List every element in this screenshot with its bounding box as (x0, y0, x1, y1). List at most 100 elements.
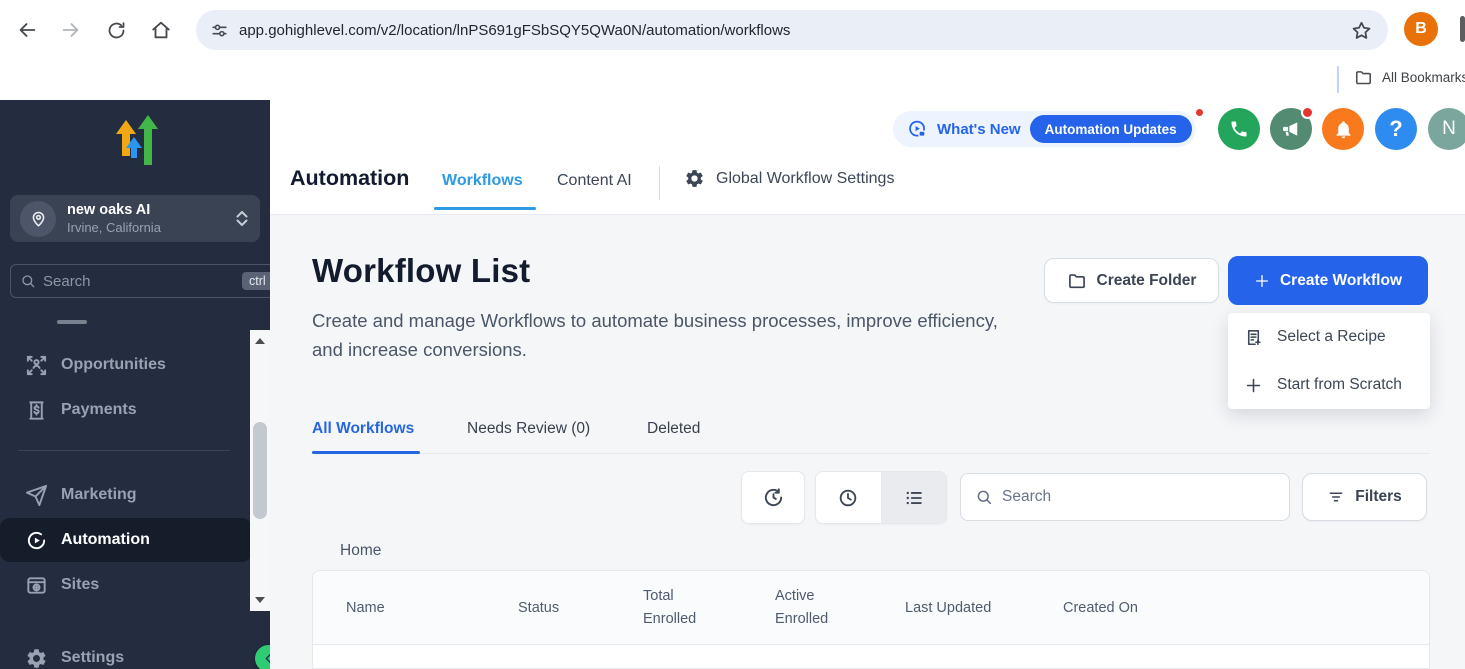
automation-updates-badge[interactable]: Automation Updates (1030, 115, 1192, 143)
browser-reload-icon[interactable] (103, 17, 129, 43)
address-bar[interactable]: app.gohighlevel.com/v2/location/lnPS691g… (196, 10, 1388, 50)
browser-back-icon[interactable] (14, 17, 40, 43)
menu-item-label: Select a Recipe (1277, 328, 1386, 346)
bookmarks-divider (1337, 66, 1339, 93)
sidebar-item-label: Payments (61, 401, 137, 419)
browser-forward-icon[interactable] (58, 17, 84, 43)
sidebar-collapse-button[interactable] (255, 645, 270, 669)
create-workflow-button[interactable]: Create Workflow (1228, 256, 1428, 305)
location-pin-icon (20, 201, 56, 237)
browser-profile-avatar[interactable]: B (1404, 12, 1438, 46)
gohighlevel-logo-icon (104, 113, 162, 177)
all-bookmarks-label: All Bookmarks (1382, 70, 1465, 85)
column-header-last-updated[interactable]: Last Updated (905, 597, 991, 620)
sidebar-item-label: Automation (61, 531, 150, 549)
account-name: new oaks AI (67, 201, 236, 219)
search-icon (975, 488, 993, 506)
column-header-total-enrolled[interactable]: Total Enrolled (643, 585, 717, 631)
sidebar-item-automation[interactable]: Automation (0, 518, 252, 562)
workflow-search-input[interactable] (1002, 488, 1277, 506)
help-button[interactable]: ? (1375, 108, 1417, 150)
execution-logs-button[interactable] (741, 471, 805, 524)
menu-item-select-a-recipe[interactable]: Select a Recipe (1228, 313, 1430, 361)
create-folder-button[interactable]: Create Folder (1044, 258, 1219, 303)
clock-icon (837, 487, 859, 509)
marketing-send-icon (25, 484, 48, 507)
main-content: Workflow List Create and manage Workflow… (270, 215, 1465, 669)
scrollbar-down-arrow[interactable] (255, 597, 265, 603)
sidebar-search-field[interactable]: ctrl K (10, 264, 270, 298)
filter-lines-icon (1327, 488, 1345, 506)
column-header-active-enrolled[interactable]: Active Enrolled (775, 585, 849, 631)
browser-home-icon[interactable] (148, 17, 174, 43)
workflow-list-tabs: All Workflows Needs Review (0) Deleted (312, 415, 1430, 454)
sidebar-item-label: Sites (61, 576, 99, 594)
sidebar-item-marketing[interactable]: Marketing (0, 474, 252, 516)
scrollbar-thumb[interactable] (253, 422, 267, 519)
notification-dot (1301, 106, 1314, 119)
sidebar-scrollbar[interactable] (250, 330, 270, 611)
bell-icon (1333, 119, 1354, 140)
browser-toolbar: app.gohighlevel.com/v2/location/lnPS691g… (0, 0, 1465, 60)
avatar-initial: N (1442, 118, 1456, 140)
folder-icon (1067, 271, 1087, 291)
plus-icon (1254, 273, 1270, 289)
notification-dot (1194, 107, 1205, 118)
sidebar-item-opportunities[interactable]: Opportunities (0, 344, 252, 386)
sidebar-search-input[interactable] (43, 273, 242, 290)
search-icon (20, 273, 36, 289)
view-toggle (815, 471, 947, 524)
workflow-list-title: Workflow List (312, 252, 530, 290)
notifications-button[interactable] (1322, 108, 1364, 150)
column-header-created-on[interactable]: Created On (1063, 597, 1138, 620)
chevron-left-icon (261, 651, 270, 666)
tab-deleted[interactable]: Deleted (647, 420, 700, 438)
column-header-name[interactable]: Name (346, 597, 385, 620)
sidebar-search-row: ctrl K (10, 264, 262, 298)
sidebar-item-payments[interactable]: Payments (0, 389, 252, 431)
global-workflow-settings-link[interactable]: Global Workflow Settings (684, 168, 894, 189)
site-settings-icon[interactable] (210, 21, 229, 40)
create-folder-label: Create Folder (1097, 272, 1197, 290)
sidebar-item-settings[interactable]: Settings (0, 637, 252, 669)
account-location: Irvine, California (67, 219, 236, 236)
all-bookmarks-button[interactable]: All Bookmarks (1354, 68, 1465, 87)
filters-label: Filters (1355, 488, 1402, 506)
chevron-up-down-icon (236, 211, 248, 226)
gear-icon (684, 168, 705, 189)
page-header: What's New Automation Updates ? N Automa… (270, 100, 1465, 215)
table-header-row: Name Status Total Enrolled Active Enroll… (313, 571, 1429, 645)
list-view-button[interactable] (881, 472, 947, 523)
history-view-button[interactable] (816, 472, 881, 523)
bookmark-star-icon[interactable] (1351, 20, 1372, 41)
sidebar-item-label: Opportunities (61, 356, 166, 374)
sites-icon (25, 574, 48, 597)
tab-content-ai[interactable]: Content AI (557, 172, 632, 190)
url-text: app.gohighlevel.com/v2/location/lnPS691g… (239, 22, 1351, 39)
scrollbar-up-arrow[interactable] (255, 338, 265, 344)
phone-button[interactable] (1218, 108, 1260, 150)
create-workflow-menu: Select a Recipe Start from Scratch (1228, 313, 1430, 409)
sidebar-item-sites[interactable]: Sites (0, 564, 252, 606)
history-clock-icon (762, 486, 785, 509)
bookmarks-bar: All Bookmarks (0, 60, 1465, 100)
location-switcher[interactable]: new oaks AI Irvine, California (10, 195, 260, 242)
whats-new-pill[interactable]: What's New Automation Updates (893, 111, 1196, 147)
column-header-status[interactable]: Status (518, 597, 559, 620)
tab-workflows[interactable]: Workflows (442, 172, 523, 190)
user-avatar[interactable]: N (1428, 108, 1465, 150)
automation-icon (25, 529, 48, 552)
filters-button[interactable]: Filters (1302, 473, 1427, 521)
whats-new-label: What's New (937, 121, 1021, 138)
table-body (313, 645, 1429, 669)
menu-item-label: Start from Scratch (1277, 376, 1402, 394)
tab-needs-review[interactable]: Needs Review (0) (467, 420, 590, 438)
folder-icon (1354, 68, 1373, 87)
browser-menu-icon[interactable] (1460, 16, 1465, 42)
question-mark-icon: ? (1389, 116, 1402, 142)
breadcrumb[interactable]: Home (340, 542, 381, 560)
plus-icon (1244, 376, 1263, 395)
menu-item-start-from-scratch[interactable]: Start from Scratch (1228, 361, 1430, 409)
workflow-search-field[interactable] (960, 473, 1290, 521)
tab-all-workflows[interactable]: All Workflows (312, 420, 414, 438)
